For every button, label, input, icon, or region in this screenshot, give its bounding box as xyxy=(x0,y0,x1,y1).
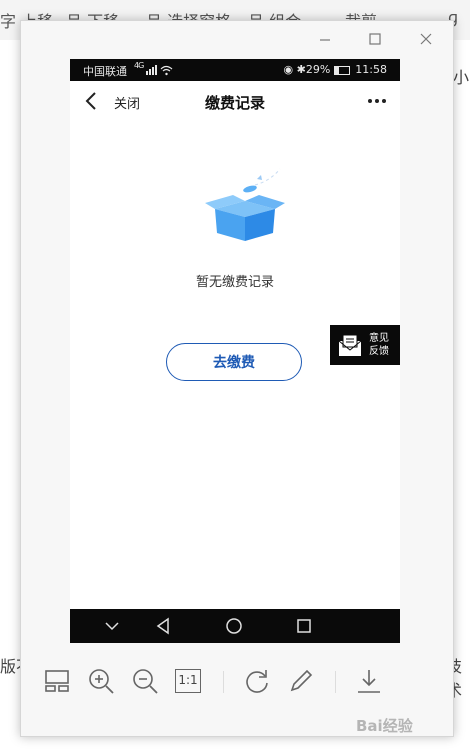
system-nav-bar xyxy=(70,609,400,643)
status-right: ◉ ✱29% 11:58 xyxy=(284,63,387,76)
signal-wifi-icon xyxy=(146,65,173,76)
carrier-label: 中国联通 xyxy=(83,65,127,78)
envelope-icon xyxy=(338,334,362,356)
rotate-icon[interactable] xyxy=(243,667,271,695)
feedback-button[interactable]: 意见 反馈 xyxy=(330,325,400,365)
battery-icon xyxy=(333,65,350,75)
edit-icon[interactable] xyxy=(287,667,315,695)
nav-back-icon[interactable] xyxy=(154,617,174,635)
toolbar-divider xyxy=(335,671,336,693)
image-viewer-window: 中国联通 4G ◉ ✱29% 11:58 关闭 缴费记录 暂无缴费记录 去缴费 … xyxy=(20,20,454,737)
zoom-out-icon[interactable] xyxy=(131,667,159,695)
zoom-in-icon[interactable] xyxy=(87,667,115,695)
close-button[interactable] xyxy=(415,29,437,49)
maximize-button[interactable] xyxy=(364,29,386,49)
battery-percent: 29% xyxy=(305,63,331,76)
empty-state-text: 暂无缴费记录 xyxy=(195,275,274,290)
close-icon xyxy=(420,33,432,45)
empty-box-icon xyxy=(205,168,285,241)
chevron-down-icon[interactable] xyxy=(102,617,122,635)
eye-icon: ◉ xyxy=(283,63,294,76)
viewer-toolbar: 1:1 xyxy=(21,661,453,711)
bluetooth-icon: ✱ xyxy=(296,63,306,76)
recents-icon[interactable] xyxy=(294,617,314,635)
download-icon[interactable] xyxy=(355,667,383,695)
bg-fragment: 小 xyxy=(453,68,470,87)
minimize-icon xyxy=(320,39,330,41)
actual-size-label: 1:1 xyxy=(178,673,198,687)
feedback-label: 意见 反馈 xyxy=(369,332,395,358)
layout-icon[interactable] xyxy=(43,667,71,695)
go-pay-button[interactable]: 去缴费 xyxy=(166,343,302,381)
status-bar: 中国联通 4G ◉ ✱29% 11:58 xyxy=(70,59,400,81)
toolbar-divider xyxy=(223,671,224,693)
watermark-text: Bai经验 xyxy=(356,717,413,735)
page-title: 缴费记录 xyxy=(204,94,265,112)
feedback-line: 反馈 xyxy=(369,346,389,357)
content-area: 暂无缴费记录 去缴费 意见 反馈 xyxy=(70,121,400,609)
feedback-line: 意见 xyxy=(369,333,389,344)
time-label: 11:58 xyxy=(355,63,387,76)
nav-bar: 关闭 缴费记录 xyxy=(70,81,400,122)
phone-screenshot: 中国联通 4G ◉ ✱29% 11:58 关闭 缴费记录 暂无缴费记录 去缴费 … xyxy=(70,59,400,643)
minimize-button[interactable] xyxy=(314,29,336,49)
maximize-icon xyxy=(369,33,381,45)
home-icon[interactable] xyxy=(224,617,244,635)
network-label: 4G xyxy=(134,61,144,70)
more-icon[interactable] xyxy=(366,91,388,111)
actual-size-button[interactable]: 1:1 xyxy=(175,669,201,693)
